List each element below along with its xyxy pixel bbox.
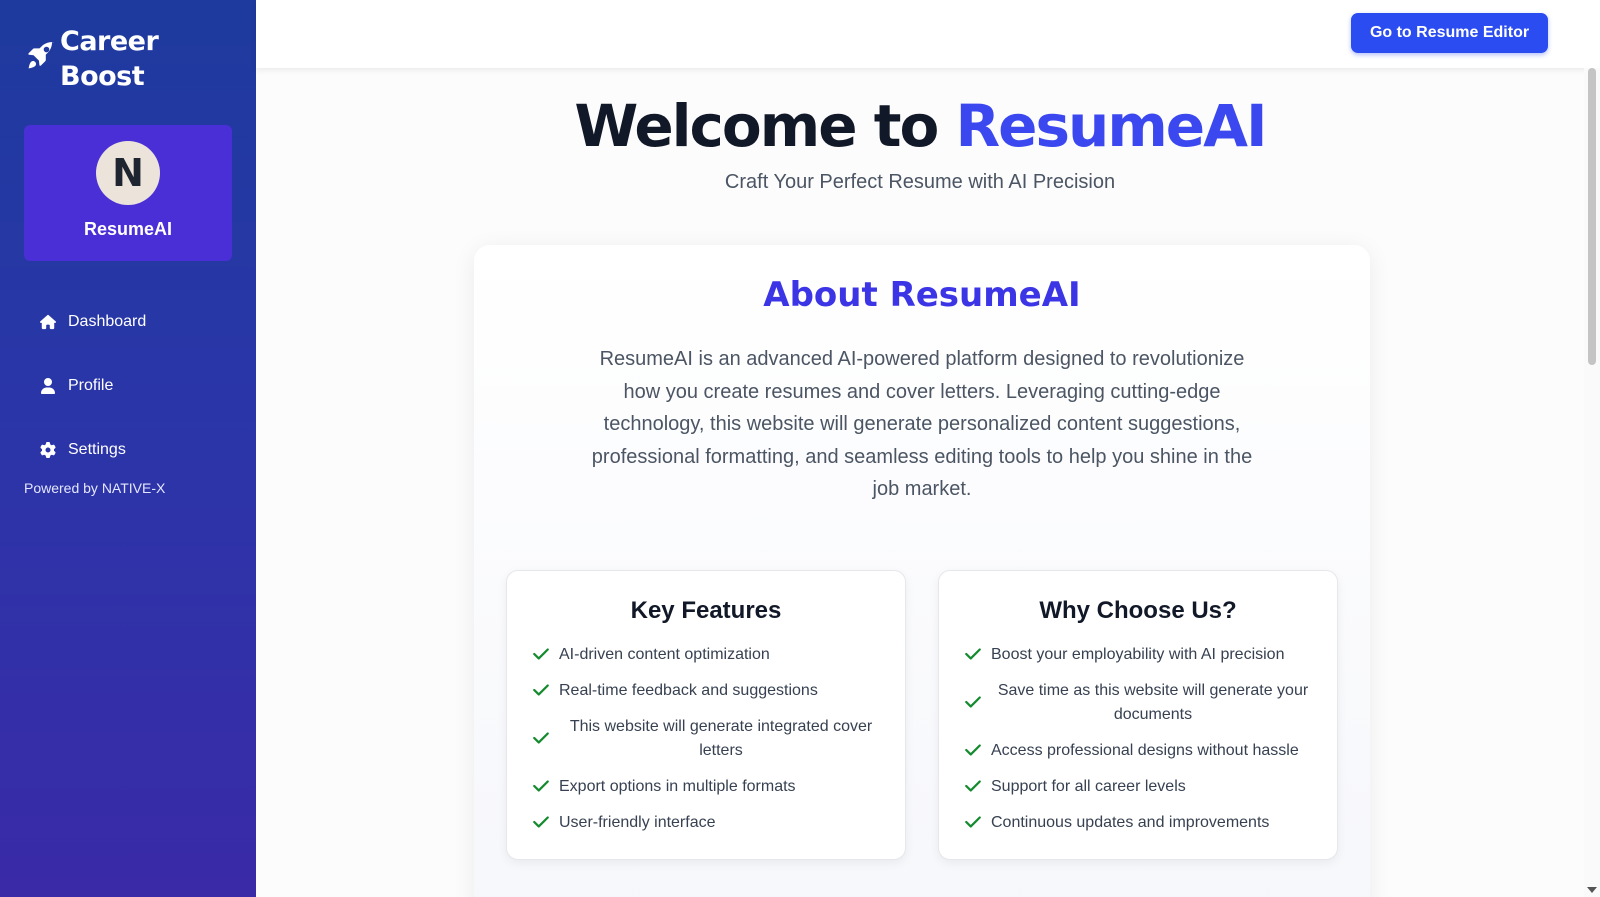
list-item: Support for all career levels bbox=[963, 775, 1315, 799]
profile-card[interactable]: N ResumeAI bbox=[24, 125, 232, 261]
list-item: Boost your employability with AI precisi… bbox=[963, 643, 1315, 667]
key-features-card: Key Features AI-driven content optimizat… bbox=[506, 570, 906, 860]
key-features-title: Key Features bbox=[630, 597, 782, 624]
list-item: Continuous updates and improvements bbox=[963, 811, 1315, 835]
why-choose-us-card: Why Choose Us? Boost your employability … bbox=[938, 570, 1338, 860]
why-text: Access professional designs without hass… bbox=[991, 742, 1299, 759]
list-item: AI-driven content optimization bbox=[531, 643, 883, 667]
check-icon bbox=[963, 777, 983, 797]
sidebar-item-label: Profile bbox=[68, 377, 114, 394]
check-icon bbox=[963, 813, 983, 833]
main-content: Welcome to ResumeAI Craft Your Perfect R… bbox=[256, 68, 1584, 897]
check-icon bbox=[531, 729, 551, 749]
user-icon bbox=[41, 378, 55, 394]
scroll-down-arrow-icon[interactable] bbox=[1587, 887, 1597, 893]
sidebar-item-settings[interactable]: Settings bbox=[24, 418, 232, 482]
check-icon bbox=[963, 741, 983, 761]
why-choose-us-list: Boost your employability with AI precisi… bbox=[963, 643, 1315, 847]
sidebar-item-dashboard[interactable]: Dashboard bbox=[24, 290, 232, 354]
brand-line-1: Career bbox=[60, 26, 159, 57]
check-icon bbox=[531, 681, 551, 701]
why-choose-us-title: Why Choose Us? bbox=[1039, 597, 1237, 624]
about-text: ResumeAI is an advanced AI-powered platf… bbox=[591, 348, 1253, 500]
check-icon bbox=[963, 693, 983, 713]
list-item: Access professional designs without hass… bbox=[963, 739, 1315, 763]
home-icon bbox=[40, 314, 56, 330]
brand-line-2: Boost bbox=[60, 61, 145, 92]
page-title: Welcome to ResumeAI bbox=[256, 92, 1584, 160]
sidebar-item-label: Dashboard bbox=[68, 313, 147, 330]
avatar: N bbox=[96, 141, 160, 205]
gear-icon bbox=[40, 442, 56, 458]
check-icon bbox=[531, 813, 551, 833]
page-scrollbar[interactable] bbox=[1584, 68, 1600, 897]
check-icon bbox=[963, 645, 983, 665]
page-subtitle: Craft Your Perfect Resume with AI Precis… bbox=[724, 171, 1116, 193]
feature-text: Real-time feedback and suggestions bbox=[559, 682, 818, 699]
check-icon bbox=[531, 777, 551, 797]
feature-text: Export options in multiple formats bbox=[559, 778, 796, 795]
profile-name: ResumeAI bbox=[83, 219, 173, 239]
sidebar-nav: Dashboard Profile Settings bbox=[24, 290, 232, 482]
list-item: Export options in multiple formats bbox=[531, 775, 883, 799]
title-accent: ResumeAI bbox=[955, 92, 1268, 160]
list-item: Real-time feedback and suggestions bbox=[531, 679, 883, 703]
powered-by: Powered by NATIVE-X bbox=[24, 480, 166, 496]
key-features-list: AI-driven content optimization Real-time… bbox=[531, 643, 883, 847]
why-text: Support for all career levels bbox=[991, 778, 1186, 795]
about-card: About ResumeAI ResumeAI is an advanced A… bbox=[474, 245, 1370, 897]
why-text: Boost your employability with AI precisi… bbox=[991, 646, 1285, 663]
title-prefix: Welcome to bbox=[574, 92, 956, 160]
list-item: User-friendly interface bbox=[531, 811, 883, 835]
sidebar: Career Boost N ResumeAI Dashboard Profil… bbox=[0, 0, 256, 897]
topbar: Go to Resume Editor bbox=[256, 0, 1600, 68]
feature-text: This website will generate integrated co… bbox=[569, 718, 873, 759]
feature-text: User-friendly interface bbox=[559, 814, 716, 831]
why-text: Continuous updates and improvements bbox=[991, 814, 1270, 831]
sidebar-item-label: Settings bbox=[68, 441, 126, 458]
brand[interactable]: Career Boost bbox=[24, 24, 159, 94]
go-to-resume-editor-button[interactable]: Go to Resume Editor bbox=[1351, 13, 1548, 53]
check-icon bbox=[531, 645, 551, 665]
scrollbar-thumb[interactable] bbox=[1588, 68, 1596, 365]
rocket-icon bbox=[28, 42, 54, 69]
list-item: This website will generate integrated co… bbox=[531, 715, 883, 763]
sidebar-item-profile[interactable]: Profile bbox=[24, 354, 232, 418]
why-text: Save time as this website will generate … bbox=[997, 682, 1309, 723]
list-item: Save time as this website will generate … bbox=[963, 679, 1315, 727]
about-title: About ResumeAI bbox=[763, 275, 1081, 315]
feature-text: AI-driven content optimization bbox=[559, 646, 770, 663]
